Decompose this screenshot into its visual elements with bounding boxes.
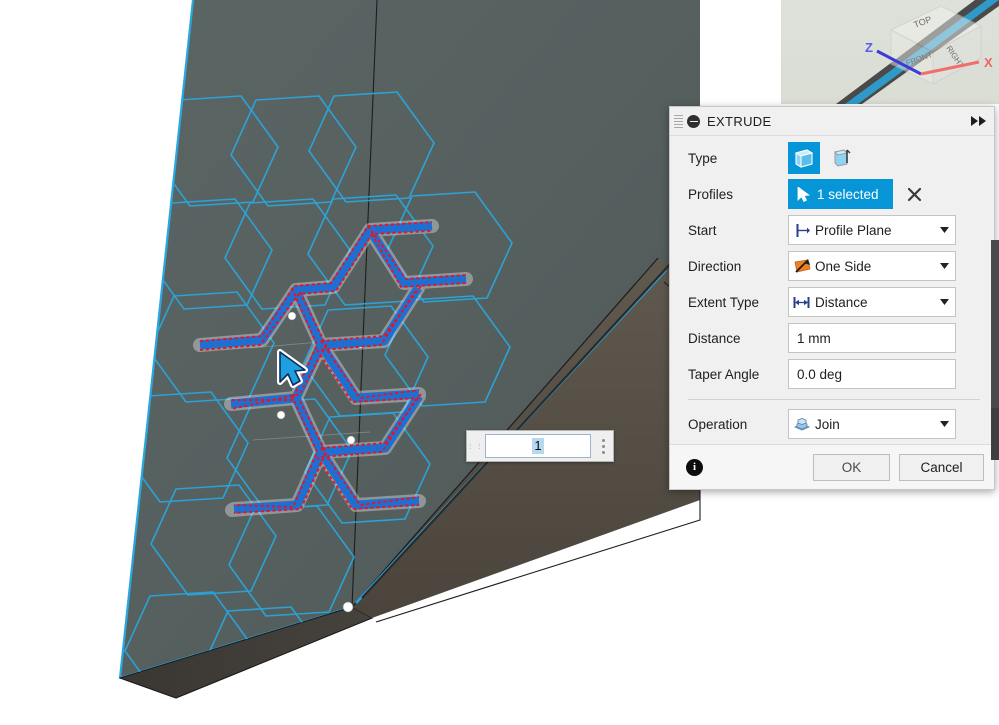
drag-handle-icon[interactable] xyxy=(674,113,683,129)
profile-plane-icon xyxy=(789,222,815,239)
select-arrow-icon xyxy=(797,186,810,202)
profiles-value: 1 selected xyxy=(817,186,879,202)
info-icon[interactable]: i xyxy=(686,458,703,476)
one-side-icon xyxy=(789,258,815,275)
section-divider xyxy=(688,399,980,400)
distance-icon xyxy=(789,294,815,311)
label-type: Type xyxy=(688,150,718,166)
info-icon-glyph: i xyxy=(692,461,697,473)
extent-type-dropdown[interactable]: Distance xyxy=(788,287,956,317)
label-distance: Distance xyxy=(688,330,741,346)
row-extent-type: Extent Type Distance xyxy=(670,284,994,320)
scrollbar-thumb-lower[interactable] xyxy=(991,408,999,460)
chevron-down-icon[interactable] xyxy=(933,299,955,305)
distance-value: 1 mm xyxy=(797,330,831,346)
extrude-dialog[interactable]: EXTRUDE Type Profiles 1 selected Start P… xyxy=(669,106,995,490)
profiles-selection-chip[interactable]: 1 selected xyxy=(788,179,893,209)
chevron-down-icon[interactable] xyxy=(933,263,955,269)
row-distance: Distance 1 mm xyxy=(670,320,994,356)
taper-angle-value: 0.0 deg xyxy=(797,366,843,382)
view-cube[interactable]: TOP RIGHT FRONT Z X xyxy=(829,0,999,105)
row-operation: Operation Join xyxy=(670,404,994,444)
row-start: Start Profile Plane xyxy=(670,212,994,248)
operation-dropdown[interactable]: Join xyxy=(788,409,956,439)
row-direction: Direction One Side xyxy=(670,248,994,284)
dialog-header[interactable]: EXTRUDE xyxy=(670,107,994,136)
distance-input[interactable]: 1 mm xyxy=(788,323,956,353)
row-taper-angle: Taper Angle 0.0 deg xyxy=(670,356,994,392)
profile-extrude-icon[interactable] xyxy=(788,142,820,174)
minus-circle-icon[interactable] xyxy=(687,114,700,128)
close-x-icon[interactable] xyxy=(905,184,925,204)
double-chevron-right-icon[interactable] xyxy=(970,116,988,126)
direction-value: One Side xyxy=(815,258,872,274)
label-direction: Direction xyxy=(688,258,742,274)
label-operation: Operation xyxy=(688,416,748,432)
cancel-button[interactable]: Cancel xyxy=(899,453,984,481)
dialog-title: EXTRUDE xyxy=(707,113,772,129)
axis-label-z: Z xyxy=(865,40,873,55)
drag-grip-icon[interactable]: ⋮⋮ xyxy=(466,431,484,461)
manipulator-value: 1 xyxy=(532,438,544,454)
manipulator-input-box[interactable]: ⋮⋮ 1 xyxy=(466,430,614,462)
3d-viewport[interactable]: TOP RIGHT FRONT Z X ⋮⋮ 1 EXTRUDE Type Pr… xyxy=(0,0,999,725)
vertical-dots-icon[interactable] xyxy=(593,438,613,454)
taper-angle-input[interactable]: 0.0 deg xyxy=(788,359,956,389)
ok-button[interactable]: OK xyxy=(813,453,890,481)
row-profiles: Profiles 1 selected xyxy=(670,176,994,212)
join-icon xyxy=(789,416,815,433)
label-start: Start xyxy=(688,222,717,238)
start-dropdown[interactable]: Profile Plane xyxy=(788,215,956,245)
manipulator-distance-input[interactable]: 1 xyxy=(485,434,591,458)
start-value: Profile Plane xyxy=(815,222,892,238)
operation-value: Join xyxy=(815,416,840,432)
vertical-scrollbar[interactable] xyxy=(991,0,999,725)
dialog-footer: i OK Cancel xyxy=(670,444,994,489)
chevron-down-icon[interactable] xyxy=(933,421,955,427)
direction-dropdown[interactable]: One Side xyxy=(788,251,956,281)
chevron-down-icon[interactable] xyxy=(933,227,955,233)
tapered-extrude-icon[interactable] xyxy=(826,142,858,174)
label-extent-type: Extent Type xyxy=(688,294,760,310)
row-type: Type xyxy=(670,140,994,176)
label-profiles: Profiles xyxy=(688,186,734,202)
dialog-body: Type Profiles 1 selected Start Profile P… xyxy=(670,136,994,444)
extent-type-value: Distance xyxy=(815,294,868,310)
label-taper-angle: Taper Angle xyxy=(688,366,760,382)
